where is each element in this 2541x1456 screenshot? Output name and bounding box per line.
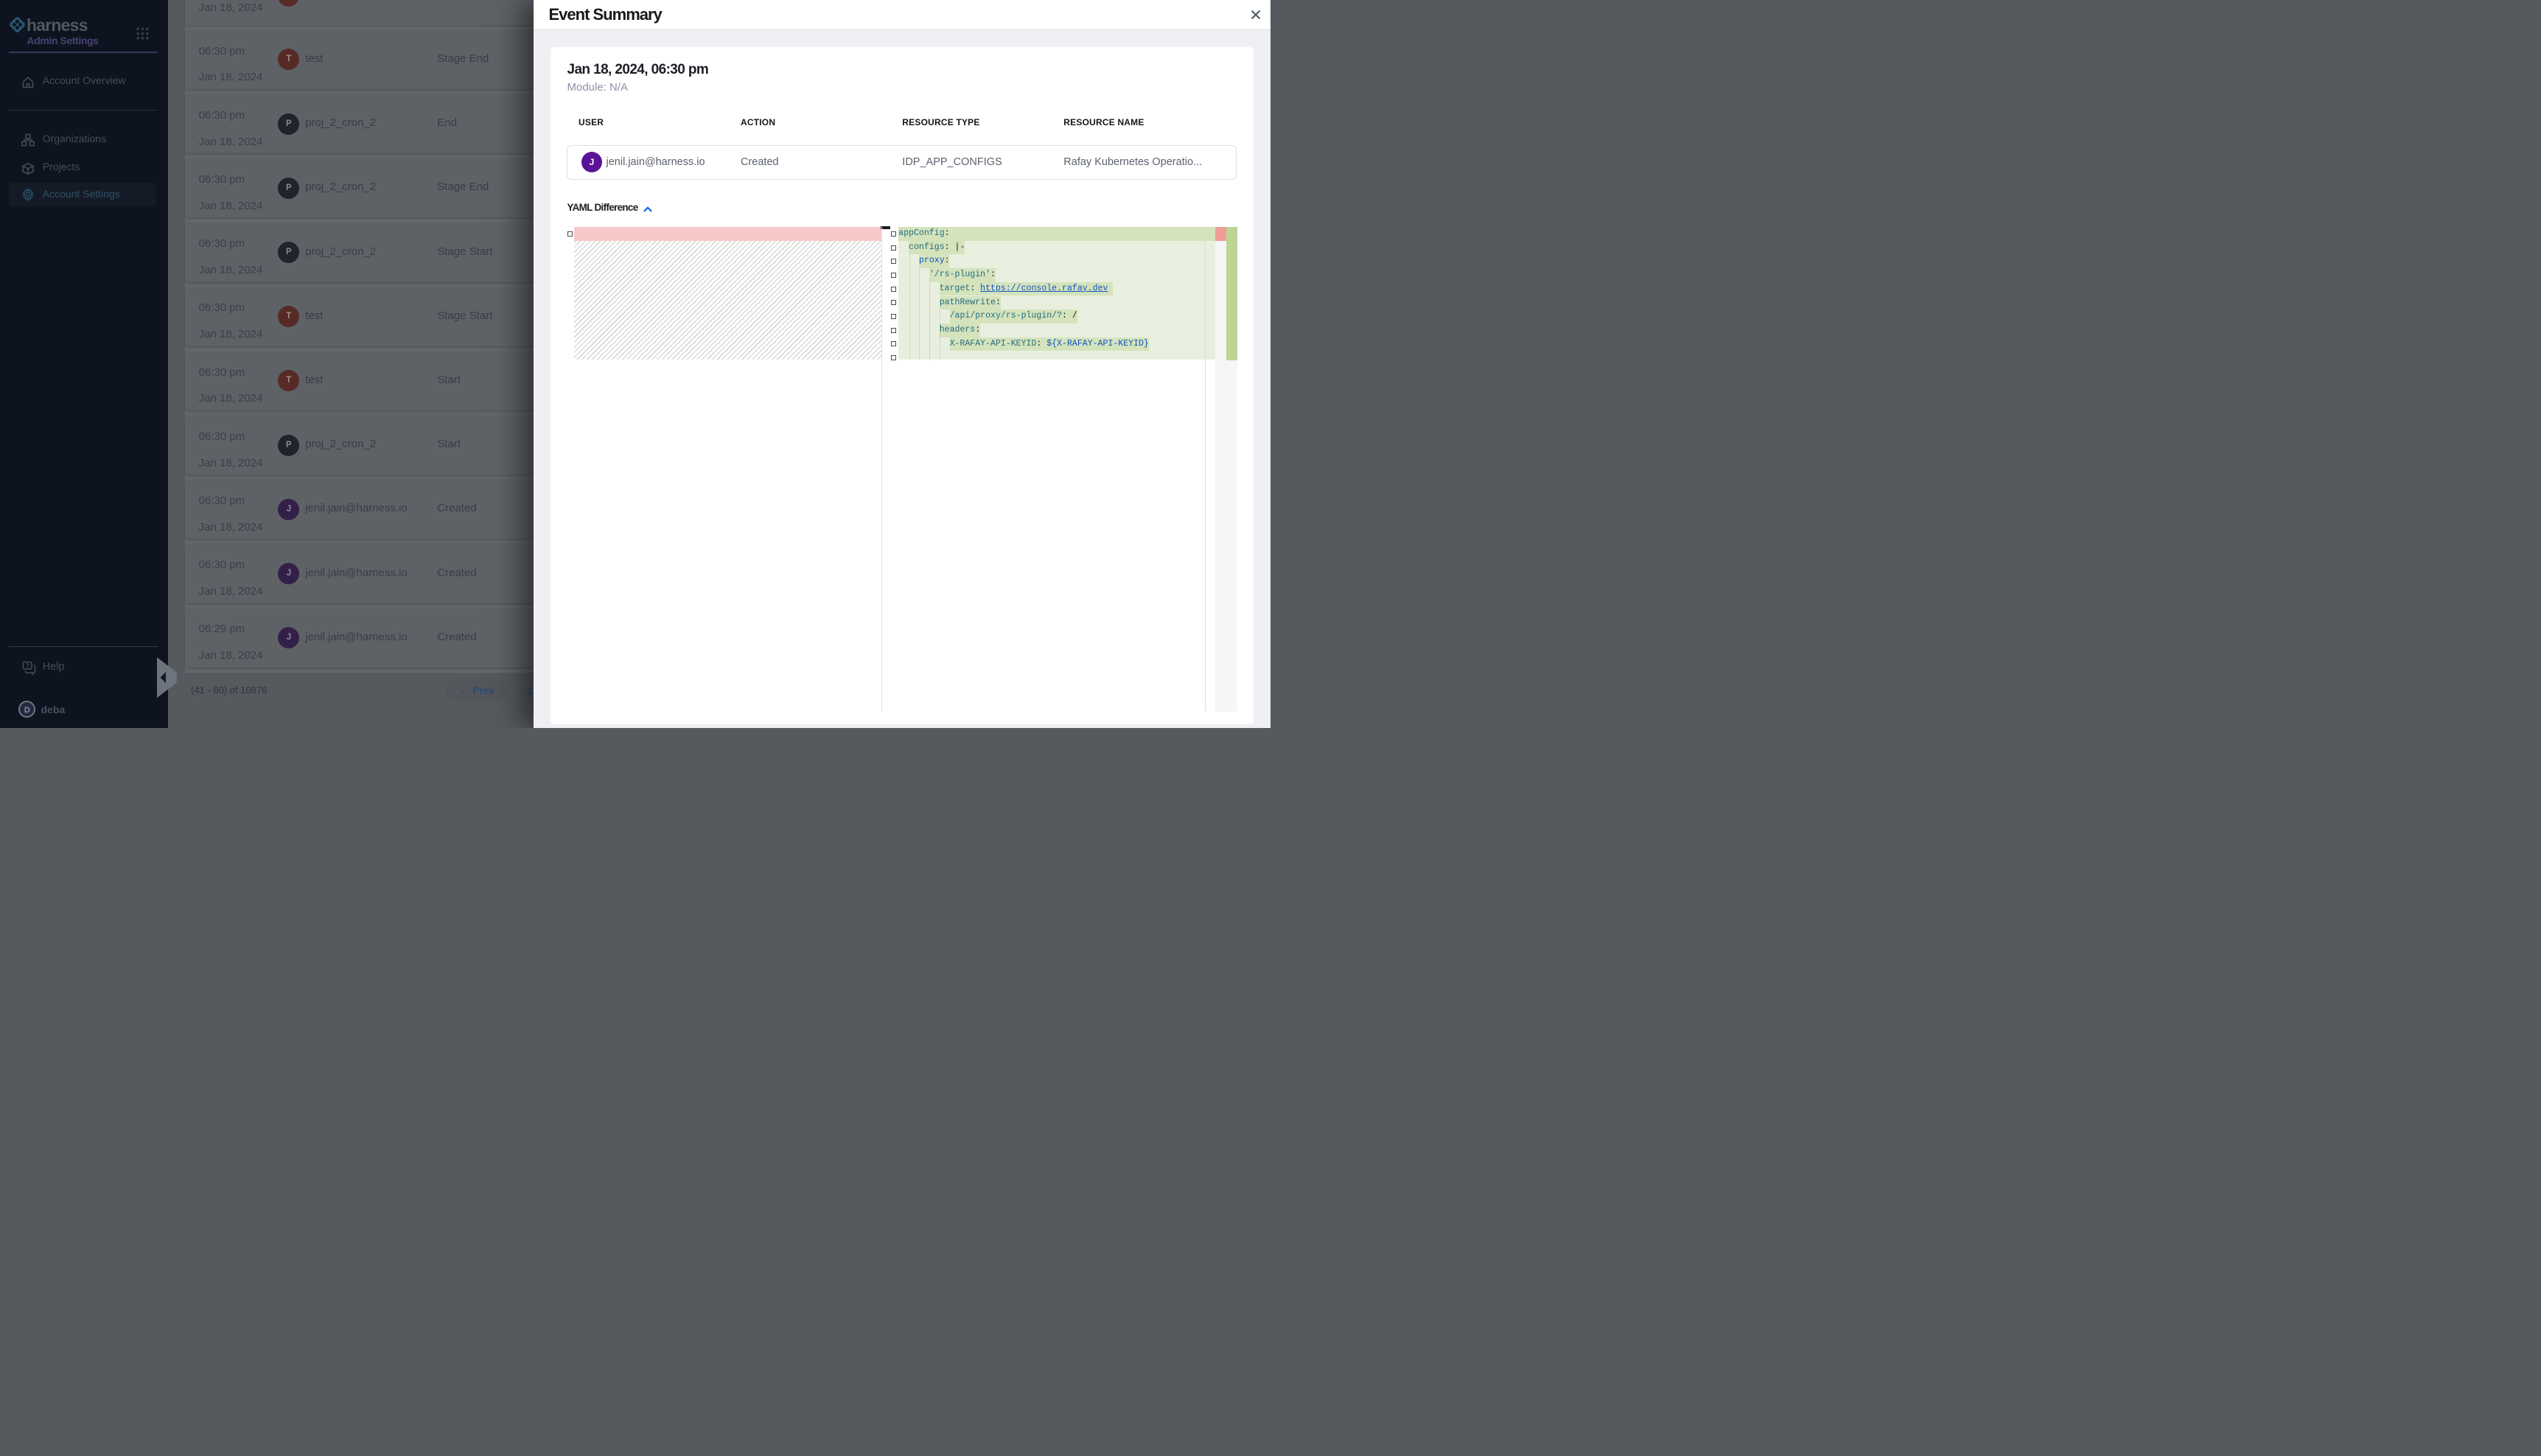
svg-text:?: ? <box>26 662 29 669</box>
